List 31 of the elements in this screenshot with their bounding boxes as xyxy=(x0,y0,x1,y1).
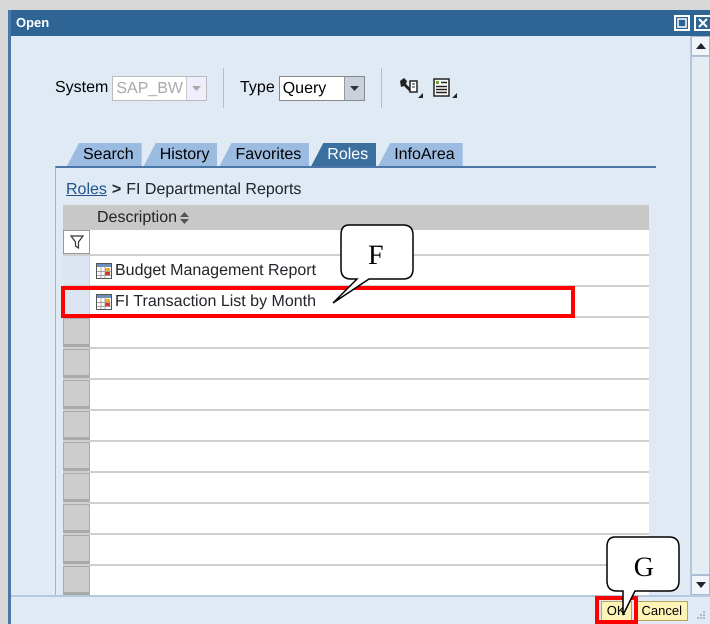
cancel-button[interactable]: Cancel xyxy=(636,600,688,620)
breadcrumb-current: FI Departmental Reports xyxy=(126,180,302,200)
scroll-up-button[interactable] xyxy=(691,36,710,56)
tab[interactable]: Search xyxy=(67,143,142,166)
window-title: Open xyxy=(16,14,50,32)
layout-menu-icon[interactable] xyxy=(432,77,458,99)
breadcrumb-separator: > xyxy=(112,180,122,200)
resize-grip-icon[interactable] xyxy=(696,610,706,620)
caret-icon[interactable] xyxy=(350,86,359,90)
breadcrumb-link[interactable]: Roles xyxy=(66,178,107,202)
up-arrow-icon[interactable] xyxy=(696,43,706,49)
sort-icon[interactable] xyxy=(180,212,190,224)
tools-menu-icon[interactable] xyxy=(398,77,424,99)
filter-button[interactable] xyxy=(63,230,90,254)
tab[interactable]: Roles xyxy=(311,143,376,166)
down-arrow-icon[interactable] xyxy=(696,582,706,588)
type-label: Type xyxy=(240,78,275,98)
scroll-down-button[interactable] xyxy=(691,575,710,595)
query-icon xyxy=(96,262,112,278)
query-icon xyxy=(96,294,112,310)
tab[interactable]: History xyxy=(144,143,218,166)
filter-icon[interactable] xyxy=(70,235,84,249)
close-button[interactable] xyxy=(694,15,710,31)
table-cell[interactable]: FI Transaction List by Month xyxy=(90,287,649,316)
maximize-button[interactable] xyxy=(674,15,690,31)
tab[interactable]: InfoArea xyxy=(378,143,463,166)
callout-tooltip-label: G xyxy=(634,550,654,584)
tab[interactable]: Favorites xyxy=(219,143,310,166)
system-label: System xyxy=(55,78,108,98)
type-dropdown[interactable]: Query xyxy=(278,76,365,100)
callout-tooltip-label: F xyxy=(368,239,384,273)
